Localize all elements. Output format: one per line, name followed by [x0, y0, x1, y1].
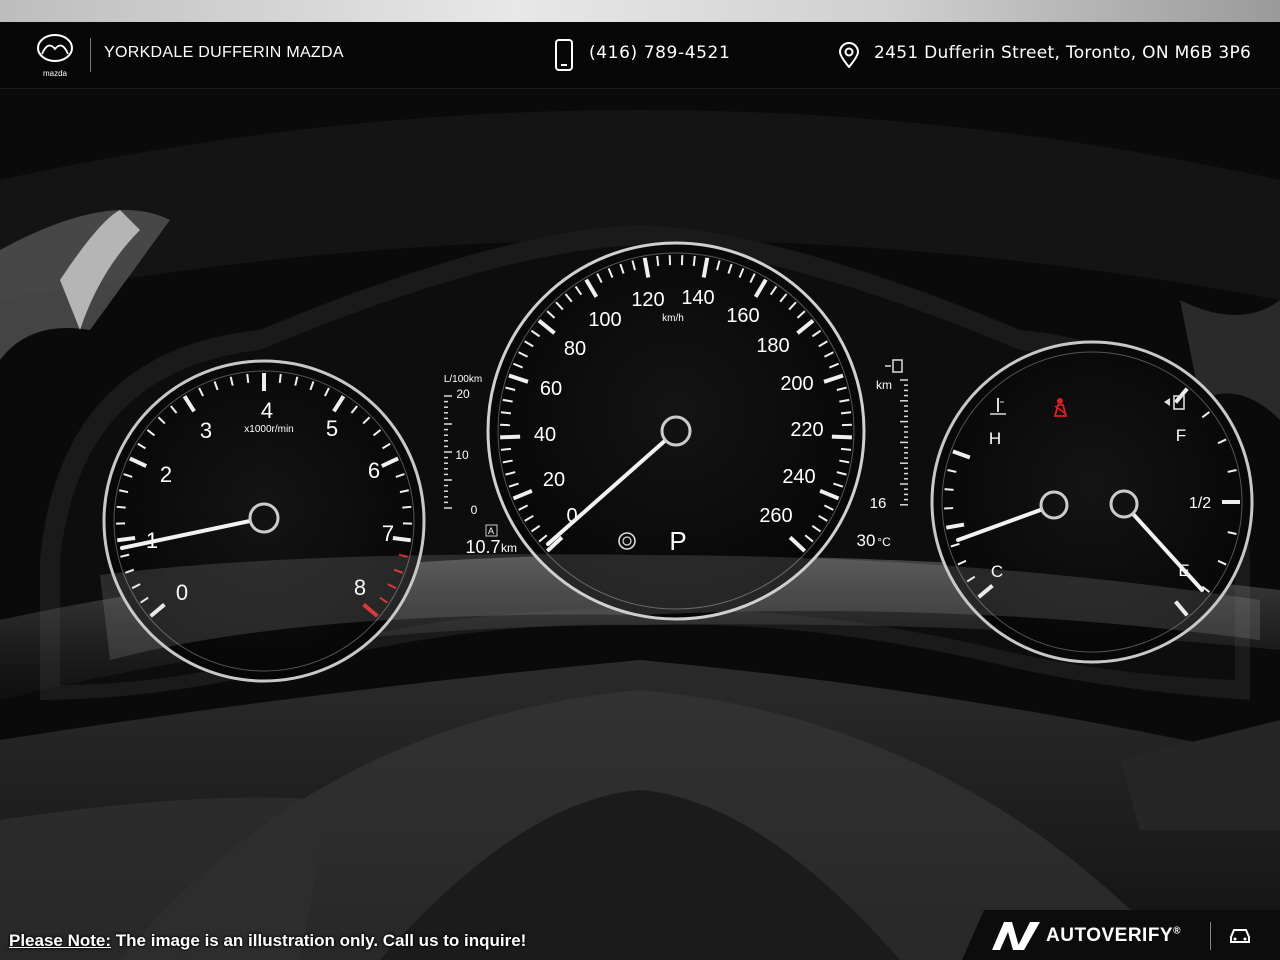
- dealer-header-bar: mazda YORKDALE DUFFERIN MAZDA (416) 789-…: [0, 22, 1280, 89]
- temperature-needle-hub: [1039, 490, 1069, 520]
- autoverify-logo-icon: [992, 922, 1040, 950]
- autoverify-registered-mark: ®: [1173, 925, 1181, 937]
- speed-tick-label-80: 80: [564, 338, 586, 360]
- outside-temperature-unit: °C: [877, 535, 891, 549]
- range-unit: km: [876, 378, 892, 392]
- speed-tick-label-60: 60: [540, 378, 562, 400]
- tach-unit-label: x1000r/min: [244, 424, 293, 435]
- header-divider: [90, 38, 91, 72]
- tach-tick-35: [392, 535, 411, 543]
- speed-tick-label-140: 140: [681, 287, 714, 309]
- fuel-half-label: 1/2: [1189, 495, 1211, 512]
- tach-tick-label-2: 2: [160, 462, 172, 487]
- mazda-logo[interactable]: mazda: [33, 32, 77, 80]
- outside-temperature: 30: [857, 531, 876, 550]
- disclaimer-note: Please Note: The image is an illustratio…: [9, 931, 526, 951]
- speed-tick-31: [656, 255, 660, 267]
- temp-tick-2: [944, 488, 954, 491]
- speedometer-needle-hub: [660, 415, 692, 447]
- speed-tick-label-160: 160: [726, 305, 759, 327]
- speed-tick-label-240: 240: [782, 466, 815, 488]
- speed-tick-label-100: 100: [588, 309, 621, 331]
- tach-tick-label-6: 6: [368, 458, 380, 483]
- speed-tick-label-220: 220: [790, 419, 823, 441]
- speed-tick-34: [692, 255, 696, 267]
- tach-needle-hub: [248, 502, 280, 534]
- dealer-phone-link[interactable]: (416) 789-4521: [589, 43, 730, 63]
- location-pin-icon: [838, 42, 860, 68]
- speed-tick-9: [500, 447, 512, 451]
- temp-hot-label: H: [989, 429, 1001, 448]
- tach-tick-label-3: 3: [200, 418, 212, 443]
- tach-tick-33: [402, 505, 412, 509]
- fuel-economy-value-unit: km: [501, 541, 517, 555]
- phone-icon: [555, 39, 573, 71]
- autoverify-name: AUTOVERIFY®: [1046, 925, 1181, 947]
- speed-tick-55: [831, 434, 852, 440]
- speed-tick-10: [500, 434, 521, 440]
- tach-tick-19: [246, 373, 250, 384]
- fuel-needle-hub: [1109, 489, 1139, 519]
- mazda-logo-caption: mazda: [43, 69, 68, 78]
- speed-tick-label-180: 180: [756, 335, 789, 357]
- speed-tick-label-120: 120: [631, 289, 664, 311]
- fuel-economy-tick-20: 20: [456, 387, 470, 401]
- speed-tick-label-200: 200: [780, 373, 813, 395]
- auto-mode-badge-text: A: [488, 526, 494, 536]
- speed-tick-53: [840, 411, 852, 415]
- tach-tick-21: [278, 373, 282, 384]
- tach-tick-label-4: 4: [261, 398, 273, 423]
- tach-tick-5: [117, 535, 136, 543]
- gear-indicator: P: [669, 526, 686, 556]
- fuel-economy-tick-10: 10: [455, 448, 469, 462]
- fuel-full-label: F: [1176, 426, 1186, 445]
- range-value: 16: [870, 495, 887, 512]
- disclaimer-text: The image is an illustration only. Call …: [111, 931, 527, 950]
- car-icon: [1230, 929, 1250, 943]
- speed-unit-label: km/h: [662, 313, 684, 324]
- speed-tick-56: [840, 447, 852, 451]
- speed-tick-label-20: 20: [543, 469, 565, 491]
- tach-tick-label-5: 5: [326, 416, 338, 441]
- dealer-name[interactable]: YORKDALE DUFFERIN MAZDA: [104, 44, 344, 62]
- disclaimer-label: Please Note:: [9, 931, 112, 950]
- fuel-economy-unit: L/100km: [444, 374, 482, 385]
- autoverify-brand-text: AUTOVERIFY: [1046, 925, 1174, 946]
- speed-tick-label-40: 40: [534, 424, 556, 446]
- tach-tick-7: [116, 505, 126, 509]
- dealer-address-link[interactable]: 2451 Dufferin Street, Toronto, ON M6B 3P…: [874, 43, 1251, 63]
- tach-tick-label-7: 7: [382, 521, 394, 546]
- dashboard-scene: 0 1 2 3 4 5 6 7 8 x1000r/min 0 20 40 60 …: [0, 88, 1280, 960]
- fuel-economy-tick-0: 0: [471, 503, 478, 517]
- fuel-economy-value: 10.7: [465, 537, 500, 557]
- speed-tick-12: [500, 411, 512, 415]
- badge-separator: [1210, 922, 1211, 950]
- speed-tick-label-260: 260: [759, 505, 792, 527]
- autoverify-badge[interactable]: AUTOVERIFY®: [962, 910, 1280, 960]
